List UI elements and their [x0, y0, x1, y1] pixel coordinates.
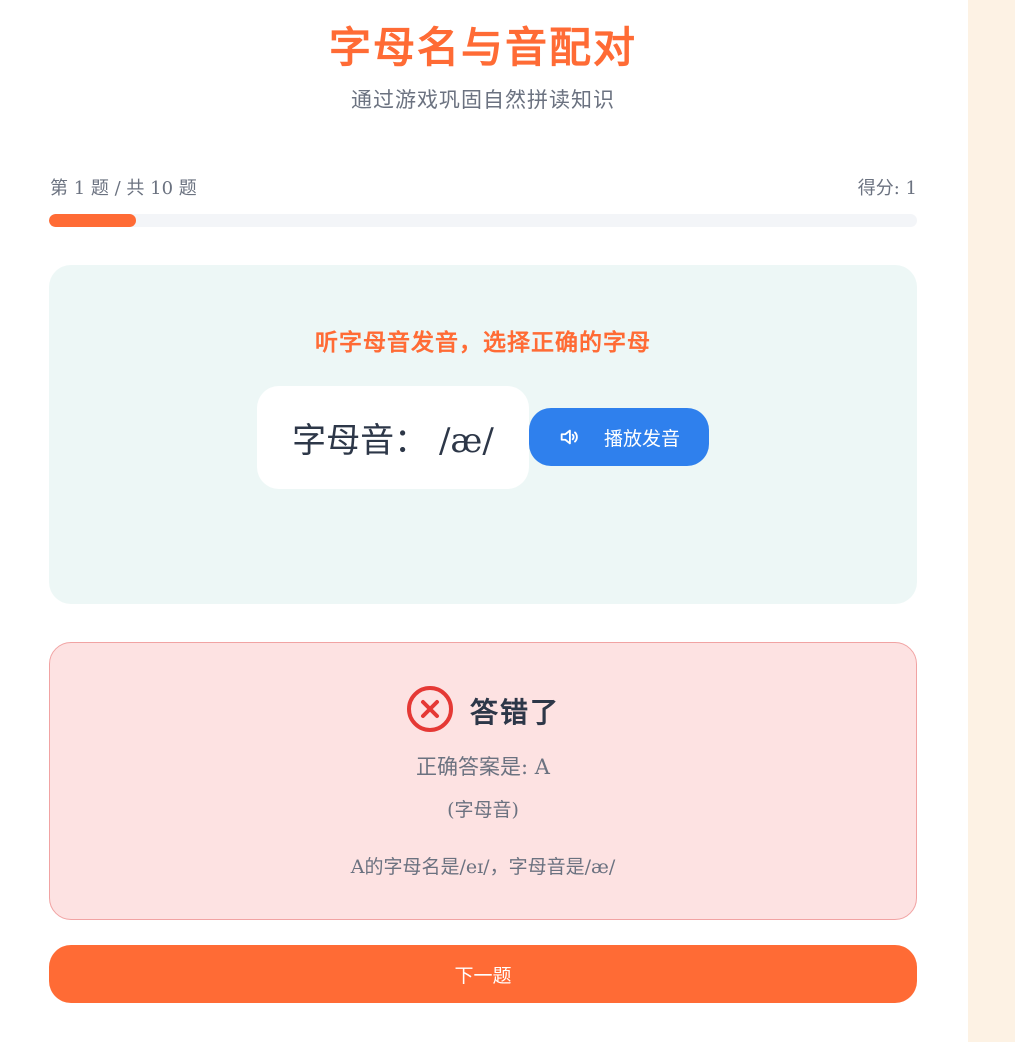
correct-answer-text: 正确答案是: A	[416, 755, 550, 779]
quiz-page: 字母名与音配对 通过游戏巩固自然拼读知识 第 1 题 / 共 10 题 得分: …	[0, 0, 1015, 1042]
letter-sound-display: 字母音： /æ/	[257, 386, 529, 489]
answer-type-text: (字母音)	[447, 799, 519, 821]
progress-bar	[49, 214, 917, 227]
question-card: 听字母音发音，选择正确的字母 字母音： /æ/ 播放发音	[49, 265, 917, 604]
page-subtitle: 通过游戏巩固自然拼读知识	[351, 88, 615, 112]
progress-bar-fill	[49, 214, 136, 227]
next-question-button[interactable]: 下一题	[49, 945, 917, 1003]
speaker-icon	[558, 426, 580, 448]
page-title: 字母名与音配对	[328, 23, 637, 72]
score-label: 得分: 1	[857, 178, 917, 199]
result-header: 答错了	[50, 685, 916, 737]
result-feedback-card: 答错了 正确答案是: A (字母音) A的字母名是/eɪ/，字母音是/æ/	[49, 642, 917, 920]
question-prompt: 听字母音发音，选择正确的字母	[315, 329, 651, 356]
result-title: 答错了	[469, 696, 560, 729]
error-circle-icon	[406, 685, 454, 737]
play-sound-button[interactable]: 播放发音	[529, 408, 709, 466]
question-progress-label: 第 1 题 / 共 10 题	[50, 178, 197, 199]
explanation-text: A的字母名是/eɪ/，字母音是/æ/	[350, 856, 616, 878]
play-sound-label: 播放发音	[603, 427, 680, 450]
right-side-panel	[968, 0, 1015, 1042]
